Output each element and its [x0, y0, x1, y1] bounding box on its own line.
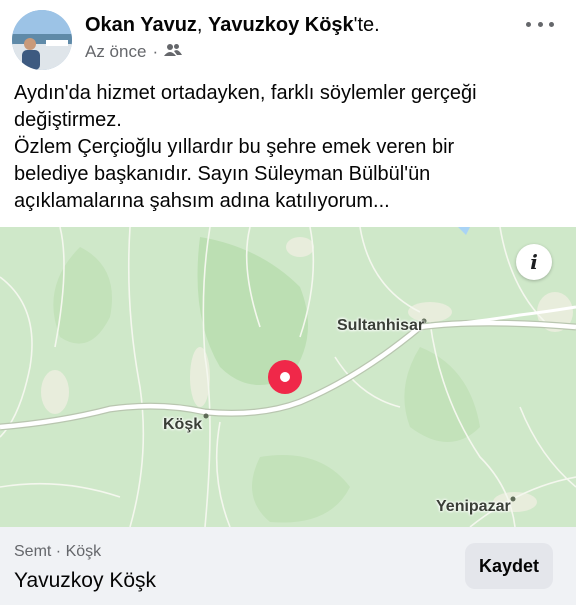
more-options-icon[interactable]	[526, 14, 554, 34]
friends-icon[interactable]	[164, 42, 183, 62]
place-card[interactable]: Semt · Köşk Yavuzkoy Köşk Kaydet	[0, 527, 576, 605]
post-text-line: Aydın'da hizmet ortadayken, farklı söyle…	[14, 82, 477, 104]
map-canvas	[0, 227, 576, 527]
post-text-line: belediye başkanıdır. Sayın Süleyman Bülb…	[14, 163, 431, 185]
meta-separator: ·	[152, 42, 159, 61]
author-name[interactable]: Okan Yavuz	[85, 14, 197, 36]
map-label-kosk: Köşk	[163, 416, 203, 433]
avatar-photo	[12, 10, 72, 70]
post-text-line: Özlem Çerçioğlu yıllardır bu şehre emek …	[14, 136, 455, 158]
location-map[interactable]: i Sultanhisar Köşk Yenipazar	[0, 227, 576, 527]
avatar[interactable]	[12, 10, 72, 70]
post-text-line: açıklamalarına şahsım adına katılıyorum.…	[14, 190, 390, 212]
post-text-line: değiştirmez.	[14, 109, 122, 131]
map-label-yenipazar: Yenipazar	[436, 498, 511, 515]
location-link[interactable]: Yavuzkoy Köşk	[208, 14, 354, 36]
save-button[interactable]: Kaydet	[465, 543, 553, 589]
post-time[interactable]: Az önce	[85, 42, 146, 62]
post-meta: Az önce ·	[85, 42, 183, 62]
author-connector: ,	[196, 14, 209, 36]
post-author-line: Okan Yavuz, Yavuzkoy Köşk'te.	[85, 14, 380, 37]
location-suffix: 'te.	[353, 14, 380, 36]
post-text: Aydın'da hizmet ortadayken, farklı söyle…	[14, 80, 564, 215]
place-category: Semt · Köşk	[14, 543, 102, 560]
place-name[interactable]: Yavuzkoy Köşk	[14, 569, 156, 593]
map-info-button[interactable]: i	[516, 244, 552, 280]
map-label-sultanhisar: Sultanhisar	[337, 317, 425, 334]
post-header: Okan Yavuz, Yavuzkoy Köşk'te. Az önce ·	[0, 0, 576, 76]
